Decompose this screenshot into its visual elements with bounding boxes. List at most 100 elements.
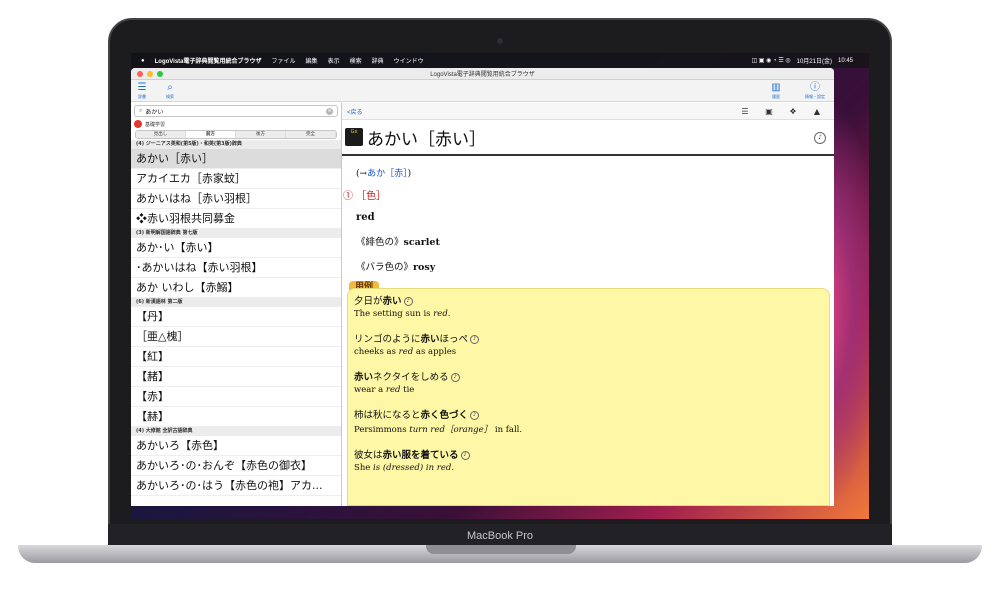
result-entry[interactable]: 【赤】 [131,387,341,407]
search-button-label: 検索 [166,94,174,99]
result-entry[interactable]: あかい［赤い］ [131,149,341,169]
cross-reference-suffix: ) [407,169,412,179]
example-en-text: tie [400,385,415,395]
menu-view[interactable]: 表示 [328,56,340,65]
history-button-label: 履歴 [772,94,780,99]
result-entry[interactable]: ［亜△槐］ [131,327,341,347]
segment-headword[interactable]: 見出し [136,131,186,138]
dictionary-section-header: (4) ジーニアス英和(第5版)・和英(第3版)辞典 [131,140,341,149]
example-en-text: . [451,463,455,473]
result-entry[interactable]: あか いわし【赤鰯】 [131,278,341,298]
example: リンゴのように赤いほっぺ ♪ cheeks as red as apples [354,331,823,357]
result-entry[interactable]: あかいろ･の･はう【赤色の袍】アカ... [131,476,341,496]
dictionary-section-header: (6) 新漢語林 第二版 [131,298,341,307]
menu-date[interactable]: 10月21日(金) [797,56,832,65]
gloss-main: red [356,212,375,223]
jump-icon[interactable]: ❖ [781,107,805,116]
search-input[interactable]: あかい [145,107,163,116]
cross-reference-link[interactable]: あか［赤］ [367,169,408,179]
speaker-icon[interactable]: ♪ [470,335,480,344]
camera [497,38,503,44]
menu-file[interactable]: ファイル [272,56,296,65]
clear-icon[interactable]: × [326,107,333,115]
example-en-text: . [447,309,451,319]
result-entry[interactable]: アカイエカ［赤家蚊］ [131,169,341,189]
result-entry[interactable]: あか･い【赤い】 [131,238,341,258]
menu-extras: ◫ ▣ ◉ ◔ ☰ ◎ 10月21日(金) 10:45 [751,56,859,66]
info-button[interactable]: ⓘ 情報・設定 [804,82,826,100]
speaker-icon[interactable]: ♪ [814,132,826,144]
search-button[interactable]: ⌕ 検索 [159,82,181,100]
gloss-rosy-en: rosy [413,262,436,273]
menu-edit[interactable]: 編集 [306,56,318,65]
segment-exact[interactable]: 完全 [286,131,336,138]
back-button[interactable]: <戻る [347,107,363,116]
example-ja-keyword: 赤く色づく [420,410,469,421]
example-en-text: Persimmons [354,425,410,435]
result-entry[interactable]: 【紅】 [131,347,341,367]
macbook: ● LogoVista電子辞典閲覧用統合ブラウザ ファイル 編集 表示 検索 辞… [0,0,1000,600]
example-en-text: in fall. [492,425,523,435]
info-icon: ⓘ [810,82,820,93]
example-ja-text: 彼女は [354,450,383,461]
screen: ● LogoVista電子辞典閲覧用統合ブラウザ ファイル 編集 表示 検索 辞… [131,53,869,519]
title-bar: LogoVista電子辞典閲覧用統合ブラウザ [131,68,834,80]
status-icons[interactable]: ◫ ▣ ◉ ◔ ☰ ◎ [751,57,790,64]
sidebar: ⌕ あかい × 基礎学習 見出し 前方 後方 完全 (4) ジーニアス英和(第5… [131,103,342,506]
example-japanese: 彼女は赤い服を着ている ♪ [354,447,823,461]
category-label: 基礎学習 [145,121,166,128]
example-ja-text: ネクタイをしめる [373,372,449,383]
example-en-keyword: red [398,347,414,357]
list-icon[interactable]: ☰ [733,107,757,116]
category-dot-icon [134,120,142,128]
entry-tools: ☰ ▣ ❖ ▲ [733,107,829,116]
result-entry[interactable]: あかいはね［赤い羽根］ [131,189,341,209]
example-ja-keyword: 赤い [354,372,374,383]
example-japanese: 夕日が赤い ♪ [354,293,823,307]
example: 彼女は赤い服を着ている ♪ She is (dressed) in red. [354,447,823,473]
info-button-label: 情報・設定 [805,94,825,99]
menu-app-name[interactable]: LogoVista電子辞典閲覧用統合ブラウザ [155,56,262,65]
example: 柿は秋になると赤く色づく ♪ Persimmons turn red［orange… [354,407,823,435]
speaker-icon[interactable]: ♪ [470,411,480,420]
category-row[interactable]: 基礎学習 [131,119,341,129]
scroll-top-icon[interactable]: ▲ [805,107,829,116]
gloss-scarlet-en: scarlet [403,237,440,248]
dictionary-button[interactable]: ☰ 辞書 [131,82,153,100]
segment-prefix[interactable]: 前方 [186,131,236,138]
match-mode-segmented: 見出し 前方 後方 完全 [135,130,337,139]
history-button[interactable]: ▥ 履歴 [765,82,787,100]
menu-time[interactable]: 10:45 [838,58,853,64]
search-field[interactable]: ⌕ あかい × [134,105,338,117]
example-en-keyword: is (dressed) in red [373,463,452,473]
speaker-icon[interactable]: ♪ [403,297,413,306]
result-entry[interactable]: 【赫】 [131,407,341,427]
result-entry[interactable]: あかいろ･の･おんぞ【赤色の御衣】 [131,456,341,476]
example-en-text: wear a [354,385,386,395]
result-entry[interactable]: ･あかいはね【赤い羽根】 [131,258,341,278]
menu-dictionary[interactable]: 辞典 [372,56,384,65]
search-icon: ⌕ [167,82,173,93]
speaker-icon[interactable]: ♪ [460,451,470,460]
result-entry[interactable]: 【丹】 [131,307,341,327]
gloss-rosy-ja: 《バラ色の》 [356,262,414,273]
menu-window[interactable]: ウインドウ [394,56,424,65]
content-area: ⌕ あかい × 基礎学習 見出し 前方 後方 完全 (4) ジーニアス英和(第5… [131,103,834,506]
menu-bar: ● LogoVista電子辞典閲覧用統合ブラウザ ファイル 編集 表示 検索 辞… [131,53,869,68]
bookmark-icon[interactable]: ▣ [757,107,781,116]
entry-nav-bar: <戻る ☰ ▣ ❖ ▲ [342,103,834,120]
speaker-icon[interactable]: ♪ [450,373,460,382]
dictionary-section-header: (4) 大修館 全訳古語辞典 [131,427,341,436]
list-icon: ☰ [137,82,147,93]
result-entry[interactable]: あかいろ【赤色】 [131,436,341,456]
example: 夕日が赤い ♪ The setting sun is red. [354,293,823,319]
dictionary-section-header: (3) 新明解国語辞典 第七版 [131,229,341,238]
result-entry[interactable]: ❖赤い羽根共同募金 [131,209,341,229]
apple-icon[interactable]: ● [141,58,145,64]
example: 赤いネクタイをしめる ♪ wear a red tie [354,369,823,395]
menu-search[interactable]: 検索 [350,56,362,65]
segment-suffix[interactable]: 後方 [236,131,286,138]
example-english: The setting sun is red. [354,309,823,319]
sense-label: ① ［色］ [343,191,387,202]
result-entry[interactable]: 【赭】 [131,367,341,387]
